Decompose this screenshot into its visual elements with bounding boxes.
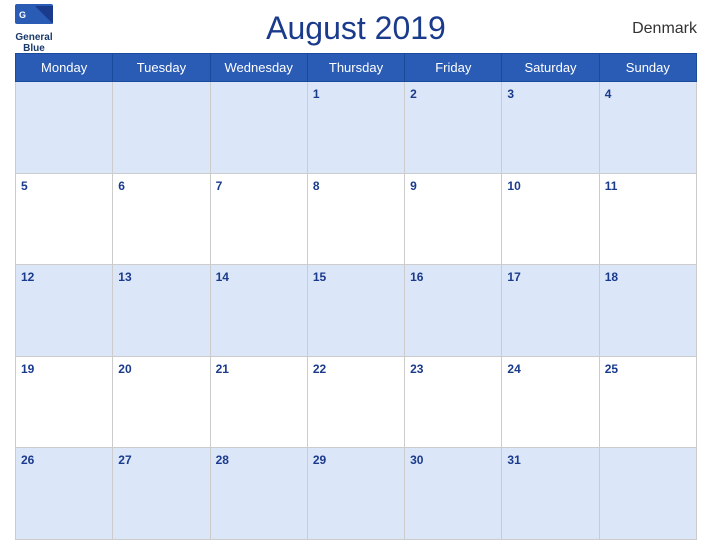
- day-cell-5: 5: [16, 173, 113, 265]
- day-cell-27: 27: [113, 448, 210, 540]
- day-number-19: 19: [21, 362, 34, 376]
- empty-cell-w0-d0: [16, 82, 113, 174]
- day-cell-11: 11: [599, 173, 696, 265]
- day-cell-10: 10: [502, 173, 599, 265]
- day-cell-14: 14: [210, 265, 307, 357]
- day-number-2: 2: [410, 87, 417, 101]
- col-thursday: Thursday: [307, 54, 404, 82]
- day-cell-16: 16: [405, 265, 502, 357]
- day-cell-4: 4: [599, 82, 696, 174]
- day-number-18: 18: [605, 270, 618, 284]
- day-number-31: 31: [507, 453, 520, 467]
- day-cell-22: 22: [307, 356, 404, 448]
- day-number-7: 7: [216, 179, 223, 193]
- day-cell-15: 15: [307, 265, 404, 357]
- day-cell-24: 24: [502, 356, 599, 448]
- day-number-23: 23: [410, 362, 423, 376]
- day-number-28: 28: [216, 453, 229, 467]
- logo-line2: Blue: [23, 43, 45, 54]
- day-cell-21: 21: [210, 356, 307, 448]
- day-number-12: 12: [21, 270, 34, 284]
- calendar-table: Monday Tuesday Wednesday Thursday Friday…: [15, 53, 697, 540]
- logo-line1: General: [15, 32, 52, 43]
- weekday-header-row: Monday Tuesday Wednesday Thursday Friday…: [16, 54, 697, 82]
- day-cell-30: 30: [405, 448, 502, 540]
- day-cell-7: 7: [210, 173, 307, 265]
- day-number-24: 24: [507, 362, 520, 376]
- day-number-25: 25: [605, 362, 618, 376]
- generalblue-logo: G General Blue: [15, 4, 53, 54]
- day-cell-29: 29: [307, 448, 404, 540]
- day-cell-25: 25: [599, 356, 696, 448]
- day-number-10: 10: [507, 179, 520, 193]
- day-number-30: 30: [410, 453, 423, 467]
- week-row-2: 5 6 7 8 9 10 11: [16, 173, 697, 265]
- svg-text:G: G: [19, 10, 26, 20]
- col-tuesday: Tuesday: [113, 54, 210, 82]
- day-cell-2: 2: [405, 82, 502, 174]
- day-number-9: 9: [410, 179, 417, 193]
- col-monday: Monday: [16, 54, 113, 82]
- day-number-29: 29: [313, 453, 326, 467]
- day-number-15: 15: [313, 270, 326, 284]
- day-cell-19: 19: [16, 356, 113, 448]
- calendar-title: August 2019: [266, 10, 446, 47]
- day-number-21: 21: [216, 362, 229, 376]
- day-cell-6: 6: [113, 173, 210, 265]
- day-number-1: 1: [313, 87, 320, 101]
- col-saturday: Saturday: [502, 54, 599, 82]
- calendar-header: G General Blue August 2019 Denmark: [15, 10, 697, 47]
- week-row-5: 26 27 28 29 30 31: [16, 448, 697, 540]
- day-cell-18: 18: [599, 265, 696, 357]
- day-cell-12: 12: [16, 265, 113, 357]
- day-cell-13: 13: [113, 265, 210, 357]
- country-label: Denmark: [632, 20, 697, 38]
- day-number-14: 14: [216, 270, 229, 284]
- day-cell-9: 9: [405, 173, 502, 265]
- week-row-1: 1 2 3 4: [16, 82, 697, 174]
- day-number-3: 3: [507, 87, 514, 101]
- day-number-5: 5: [21, 179, 28, 193]
- day-number-6: 6: [118, 179, 125, 193]
- day-number-27: 27: [118, 453, 131, 467]
- empty-cell-w0-d2: [210, 82, 307, 174]
- day-cell-23: 23: [405, 356, 502, 448]
- day-cell-28: 28: [210, 448, 307, 540]
- day-cell-8: 8: [307, 173, 404, 265]
- empty-cell-w0-d1: [113, 82, 210, 174]
- day-number-4: 4: [605, 87, 612, 101]
- day-cell-3: 3: [502, 82, 599, 174]
- day-number-22: 22: [313, 362, 326, 376]
- day-number-11: 11: [605, 179, 618, 193]
- col-wednesday: Wednesday: [210, 54, 307, 82]
- day-cell-26: 26: [16, 448, 113, 540]
- day-number-26: 26: [21, 453, 34, 467]
- day-cell-17: 17: [502, 265, 599, 357]
- col-sunday: Sunday: [599, 54, 696, 82]
- empty-cell-w4-d6: [599, 448, 696, 540]
- day-number-17: 17: [507, 270, 520, 284]
- day-number-16: 16: [410, 270, 423, 284]
- col-friday: Friday: [405, 54, 502, 82]
- day-number-8: 8: [313, 179, 320, 193]
- day-number-13: 13: [118, 270, 131, 284]
- day-cell-20: 20: [113, 356, 210, 448]
- day-cell-1: 1: [307, 82, 404, 174]
- week-row-4: 19 20 21 22 23 24 25: [16, 356, 697, 448]
- day-number-20: 20: [118, 362, 131, 376]
- day-cell-31: 31: [502, 448, 599, 540]
- week-row-3: 12 13 14 15 16 17 18: [16, 265, 697, 357]
